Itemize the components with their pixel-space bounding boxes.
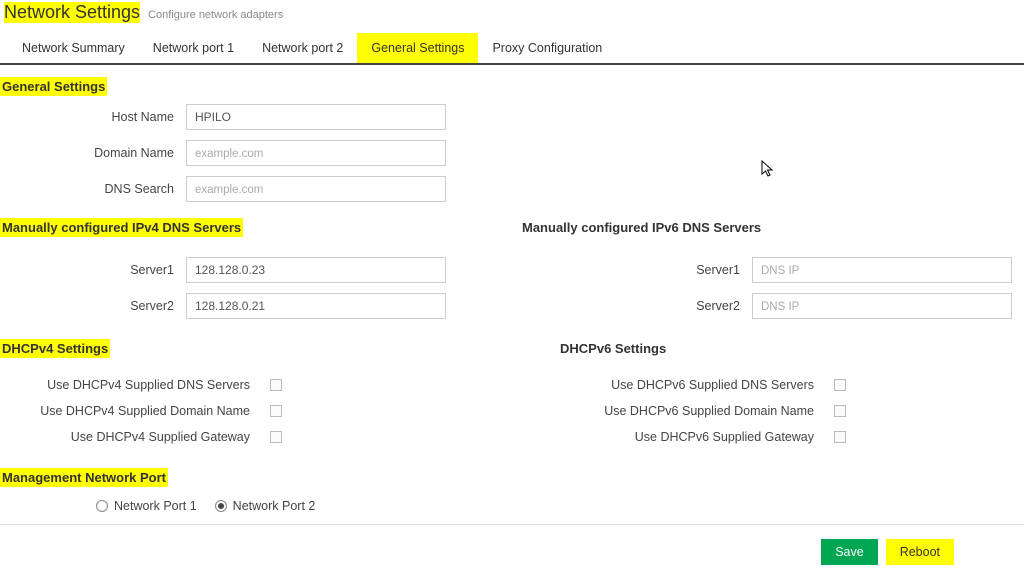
- dhcpv4-domain-label: Use DHCPv4 Supplied Domain Name: [0, 404, 270, 418]
- dhcpv6-gateway-checkbox[interactable]: [834, 431, 846, 443]
- ipv4-dns-server1-input[interactable]: [186, 257, 446, 283]
- ipv6-dns-server1-label: Server1: [512, 263, 752, 277]
- reboot-button[interactable]: Reboot: [886, 539, 954, 565]
- dhcpv4-dns-checkbox[interactable]: [270, 379, 282, 391]
- dhcpv4-gateway-label: Use DHCPv4 Supplied Gateway: [0, 430, 270, 444]
- dhcpv6-domain-label: Use DHCPv6 Supplied Domain Name: [512, 404, 834, 418]
- dhcpv6-domain-checkbox[interactable]: [834, 405, 846, 417]
- tab-general-settings[interactable]: General Settings: [357, 33, 478, 63]
- domain-name-input[interactable]: [186, 140, 446, 166]
- dhcpv6-dns-label: Use DHCPv6 Supplied DNS Servers: [512, 378, 834, 392]
- host-name-label: Host Name: [0, 110, 186, 124]
- ipv4-dns-server1-label: Server1: [0, 263, 186, 277]
- section-heading-ipv4-dns: Manually configured IPv4 DNS Servers: [0, 218, 243, 237]
- dhcpv4-dns-label: Use DHCPv4 Supplied DNS Servers: [0, 378, 270, 392]
- tab-network-port-2[interactable]: Network port 2: [248, 33, 357, 63]
- radio-checked-icon: [215, 500, 227, 512]
- footer-actions: Save Reboot: [0, 524, 1024, 565]
- dhcpv4-domain-checkbox[interactable]: [270, 405, 282, 417]
- ipv6-dns-server1-input[interactable]: [752, 257, 1012, 283]
- page-subtitle: Configure network adapters: [148, 9, 283, 21]
- mgmt-port-option-1-label: Network Port 1: [114, 499, 197, 513]
- save-button[interactable]: Save: [821, 539, 878, 565]
- tab-bar: Network Summary Network port 1 Network p…: [0, 33, 1024, 65]
- ipv6-dns-server2-label: Server2: [512, 299, 752, 313]
- section-heading-general: General Settings: [0, 77, 107, 96]
- dhcpv6-gateway-label: Use DHCPv6 Supplied Gateway: [512, 430, 834, 444]
- tab-proxy-configuration[interactable]: Proxy Configuration: [478, 33, 616, 63]
- ipv4-dns-server2-input[interactable]: [186, 293, 446, 319]
- mgmt-port-option-2-label: Network Port 2: [233, 499, 316, 513]
- dns-search-input[interactable]: [186, 176, 446, 202]
- host-name-input[interactable]: [186, 104, 446, 130]
- section-heading-dhcpv4: DHCPv4 Settings: [0, 339, 110, 358]
- mgmt-port-option-1[interactable]: Network Port 1: [96, 499, 197, 513]
- mgmt-port-option-2[interactable]: Network Port 2: [215, 499, 316, 513]
- ipv4-dns-server2-label: Server2: [0, 299, 186, 313]
- dhcpv4-gateway-checkbox[interactable]: [270, 431, 282, 443]
- dhcpv6-dns-checkbox[interactable]: [834, 379, 846, 391]
- radio-icon: [96, 500, 108, 512]
- page-title: Network Settings: [4, 2, 140, 23]
- dns-search-label: DNS Search: [0, 182, 186, 196]
- section-heading-mgmt-port: Management Network Port: [0, 468, 168, 487]
- tab-network-summary[interactable]: Network Summary: [8, 33, 139, 63]
- ipv6-dns-server2-input[interactable]: [752, 293, 1012, 319]
- section-heading-dhcpv6: DHCPv6 Settings: [558, 339, 668, 358]
- domain-name-label: Domain Name: [0, 146, 186, 160]
- section-heading-ipv6-dns: Manually configured IPv6 DNS Servers: [520, 218, 763, 237]
- tab-network-port-1[interactable]: Network port 1: [139, 33, 248, 63]
